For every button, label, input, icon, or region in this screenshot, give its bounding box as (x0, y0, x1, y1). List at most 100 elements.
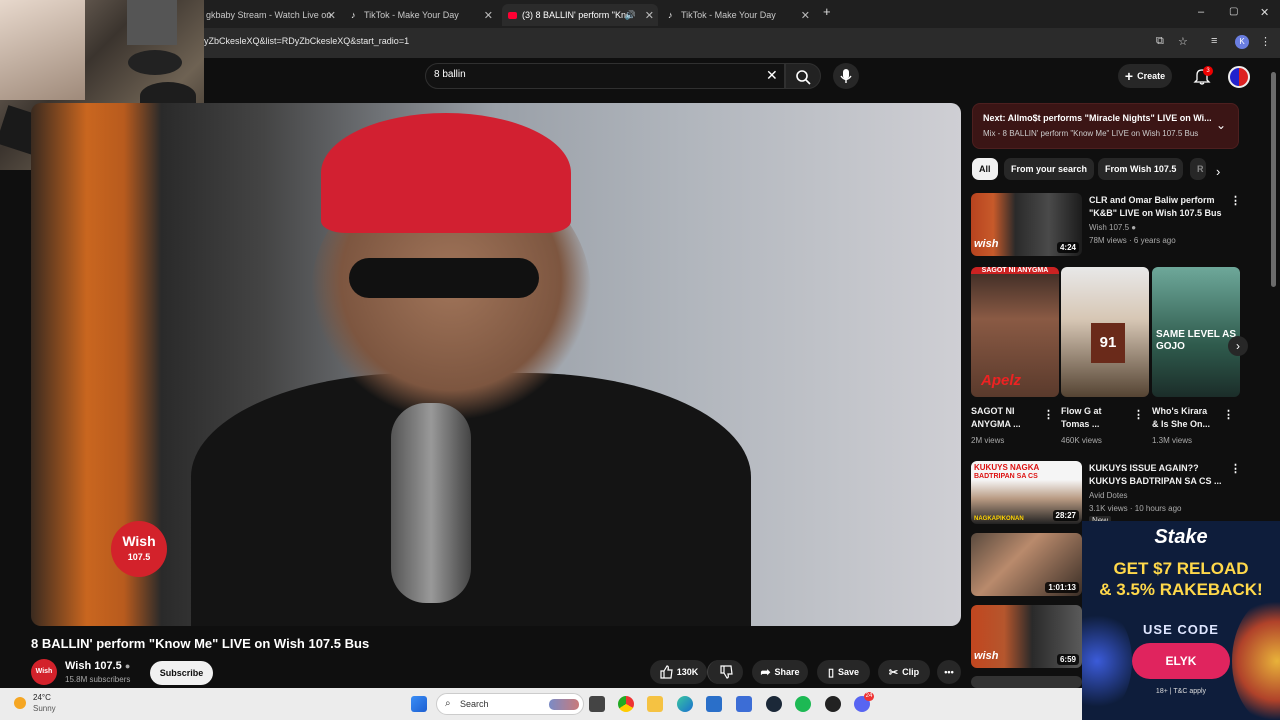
app-icon[interactable] (736, 696, 752, 712)
edge-icon[interactable] (677, 696, 693, 712)
tab-close-icon[interactable]: ✕ (645, 9, 654, 22)
search-icon: ⌕ (445, 698, 451, 709)
ad-code-button[interactable]: ELYK (1132, 643, 1230, 679)
voice-search-button[interactable] (833, 63, 859, 89)
video-title[interactable]: KUKUYS ISSUE AGAIN?? KUKUYS BADTRIPAN SA … (1089, 462, 1229, 488)
video-meta: 78M views · 6 years ago (1089, 236, 1176, 245)
video-thumbnail[interactable]: KUKUYS NAGKA BADTRIPAN SA CS NAGKAPIKONA… (971, 461, 1082, 524)
subscriber-count: 15.8M subscribers (65, 675, 131, 684)
video-player[interactable]: Wish 107.5 (31, 103, 961, 626)
wish-logo: wish (974, 650, 999, 662)
browser-profile-avatar[interactable]: K (1235, 35, 1249, 49)
video-thumbnail[interactable]: 1:01:13 (971, 533, 1082, 596)
short-thumb-text: Apelz (981, 372, 1022, 389)
tab-label: TikTok - Make Your Day (364, 10, 459, 20)
short-title[interactable]: Who's Kirara & Is She On... (1152, 405, 1210, 431)
url-text[interactable]: yZbCkesleXQ&list=RDyZbCkesleXQ&start_rad… (204, 36, 409, 46)
clip-button[interactable]: ✂ Clip (878, 660, 930, 684)
search-button[interactable] (785, 63, 821, 89)
chrome-icon[interactable] (618, 696, 634, 712)
short-views: 2M views (971, 436, 1005, 445)
save-button[interactable]: ▯ Save (817, 660, 870, 684)
short-thumbnail[interactable]: SAGOT NI ANYGMA Apelz (971, 267, 1059, 397)
dislike-button[interactable] (707, 660, 743, 684)
obs-icon[interactable] (825, 696, 841, 712)
channel-name[interactable]: Wish 107.5 ● (65, 660, 130, 672)
create-label: Create (1137, 71, 1166, 81)
page-scrollbar[interactable] (1271, 72, 1276, 287)
restore-button[interactable]: ▢ (1229, 6, 1238, 17)
windows-start-icon[interactable] (411, 696, 427, 712)
clear-search-icon[interactable]: ✕ (766, 67, 778, 84)
video-thumbnail[interactable]: wish 6:59 (971, 605, 1082, 668)
more-vertical-icon[interactable]: ⋮ (1230, 194, 1241, 207)
store-icon[interactable] (706, 696, 722, 712)
microphone-icon (840, 69, 852, 83)
chevron-right-icon[interactable]: › (1216, 164, 1220, 179)
channel-name[interactable]: Wish 107.5 ● (1089, 223, 1136, 232)
tab-tiktok-2[interactable]: ♪ TikTok - Make Your Day ✕ (662, 4, 814, 26)
new-tab-button[interactable]: + (823, 4, 831, 19)
short-thumbnail[interactable]: 91 (1061, 267, 1149, 397)
clip-label: Clip (902, 667, 920, 677)
short-thumb-text: SAME LEVEL AS GOJO (1156, 329, 1237, 352)
more-vertical-icon[interactable]: ⋮ (1223, 408, 1234, 421)
close-window-button[interactable]: ✕ (1260, 6, 1269, 19)
tab-close-icon[interactable]: ✕ (484, 9, 493, 22)
tab-tiktok-1[interactable]: ♪ TikTok - Make Your Day ✕ (345, 4, 497, 26)
next-title: Next: Allmo$t performs "Miracle Nights" … (983, 113, 1212, 123)
tab-youtube-active[interactable]: (3) 8 BALLIN' perform "Kno 🔊 ✕ (502, 4, 658, 26)
file-explorer-icon[interactable] (647, 696, 663, 712)
share-button[interactable]: ➦ Share (752, 660, 808, 684)
browser-menu-icon[interactable]: ⋮ (1260, 35, 1271, 48)
more-vertical-icon[interactable]: ⋮ (1133, 408, 1144, 421)
speaker-icon[interactable]: 🔊 (625, 10, 636, 21)
subscribe-button[interactable]: Subscribe (150, 661, 213, 685)
video-title[interactable]: CLR and Omar Baliw perform "K&B" LIVE on … (1089, 194, 1229, 220)
channel-name[interactable]: Avid Dotes (1089, 491, 1128, 500)
chip-more[interactable]: R (1190, 158, 1206, 180)
bookmark-icon: ▯ (827, 666, 835, 679)
install-app-icon[interactable]: ⧉ (1156, 35, 1164, 48)
minimize-button[interactable]: – (1198, 6, 1204, 18)
more-actions-button[interactable]: ••• (937, 660, 961, 684)
plus-icon: + (1124, 68, 1134, 84)
create-button[interactable]: + Create (1118, 64, 1172, 88)
channel-avatar[interactable]: Wish 107.5 (31, 659, 57, 701)
media-controls-icon[interactable]: ≡ (1211, 35, 1217, 47)
account-avatar[interactable] (1228, 66, 1250, 88)
more-vertical-icon[interactable]: ⋮ (1230, 462, 1241, 475)
chip-from-your-search[interactable]: From your search (1004, 158, 1095, 180)
thumbs-down-icon (719, 665, 733, 679)
more-vertical-icon[interactable]: ⋮ (1043, 408, 1054, 421)
search-input[interactable] (434, 69, 754, 80)
taskbar-search[interactable]: ⌕ Search (436, 693, 584, 715)
discord-badge: 24 (864, 692, 874, 701)
tab-close-icon[interactable]: ✕ (801, 9, 810, 22)
spotify-icon[interactable] (795, 696, 811, 712)
short-title[interactable]: Flow G at Tomas ... (1061, 405, 1102, 431)
share-label: Share (774, 667, 800, 677)
task-view-icon[interactable] (589, 696, 605, 712)
short-views: 1.3M views (1152, 436, 1193, 445)
short-title[interactable]: SAGOT NI ANYGMA ... (971, 405, 1021, 431)
next-subtitle: Mix - 8 BALLIN' perform "Know Me" LIVE o… (983, 129, 1199, 138)
short-thumbnail[interactable]: SAME LEVEL AS GOJO (1152, 267, 1240, 397)
video-meta: 3.1K views · 10 hours ago (1089, 504, 1182, 513)
chevron-right-icon[interactable]: › (1228, 336, 1248, 356)
chip-all[interactable]: All (972, 158, 998, 180)
steam-icon[interactable] (766, 696, 782, 712)
tab-gkbaby-stream[interactable]: gkbaby Stream - Watch Live on ✕ (200, 4, 340, 26)
weather-widget[interactable]: 24°C Sunny (33, 692, 56, 714)
chevron-down-icon[interactable]: ⌄ (1216, 118, 1226, 132)
video-thumbnail[interactable] (971, 676, 1082, 688)
share-icon: ➦ (760, 665, 771, 679)
like-button[interactable]: 130K (650, 660, 707, 684)
tab-close-icon[interactable]: ✕ (327, 9, 336, 22)
video-thumbnail[interactable]: wish 4:24 (971, 193, 1082, 256)
bookmark-star-icon[interactable]: ☆ (1178, 35, 1188, 48)
chip-from-wish[interactable]: From Wish 107.5 (1098, 158, 1184, 180)
stake-ad-banner[interactable]: Stake GET $7 RELOAD & 3.5% RAKEBACK! USE … (1082, 521, 1280, 720)
video-title: 8 BALLIN' perform "Know Me" LIVE on Wish… (31, 636, 370, 651)
up-next-banner[interactable]: Next: Allmo$t performs "Miracle Nights" … (972, 103, 1239, 149)
